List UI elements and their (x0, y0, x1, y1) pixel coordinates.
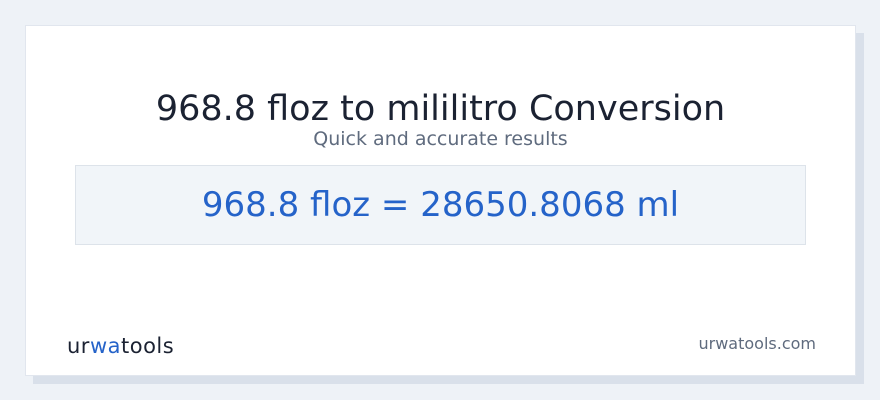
result-box: 968.8 floz = 28650.8068 ml (75, 165, 806, 245)
conversion-result: 968.8 floz = 28650.8068 ml (201, 185, 680, 225)
site-url: urwatools.com (698, 334, 817, 353)
page-title: 968.8 floz to mililitro Conversion (155, 89, 726, 129)
urwatools-logo: urwatools (67, 334, 174, 358)
logo-text-end: tools (121, 334, 175, 358)
logo-text-accent: wa (89, 334, 121, 358)
logo-text-start: ur (67, 334, 90, 358)
conversion-card: 968.8 floz to mililitro Conversion Quick… (25, 25, 856, 376)
page-subtitle: Quick and accurate results (313, 128, 568, 150)
